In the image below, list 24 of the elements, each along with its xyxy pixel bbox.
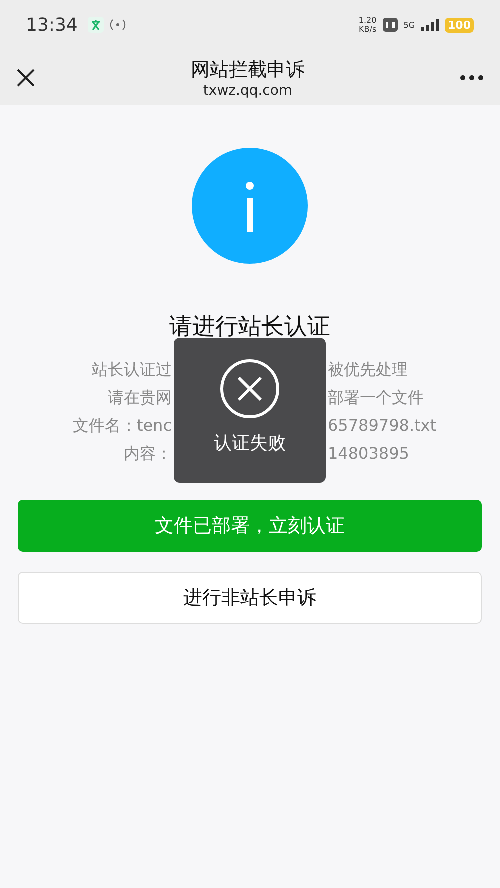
instruction-text: 被优先处理 [328, 359, 408, 381]
hotspot-icon [110, 18, 126, 32]
page-title: 网站拦截申诉 [191, 58, 305, 82]
network-label: 5G [404, 20, 416, 30]
battery-level: 100 [445, 18, 474, 32]
instruction-text: 站长认证过 [92, 359, 172, 381]
instruction-text: 文件名：tenc [72, 415, 172, 437]
instruction-text: 内容： [124, 443, 172, 465]
instruction-text: 65789798.txt [328, 415, 437, 437]
close-icon[interactable] [16, 68, 36, 88]
net-unit: KB/s [359, 25, 377, 34]
instruction-text: 部署一个文件 [328, 387, 424, 409]
action-button[interactable]: 进行非站长申诉 [18, 572, 482, 624]
page-domain: txwz.qq.com [203, 82, 293, 98]
status-time: 13:34 [26, 14, 78, 36]
net-speed: 1.20 [358, 16, 377, 25]
info-icon [192, 148, 308, 264]
signal-icon [421, 19, 440, 31]
heading: 请进行站长认证 [170, 313, 330, 342]
more-icon[interactable] [460, 74, 484, 80]
toast-text: 认证失败 [214, 432, 286, 455]
error-icon [220, 359, 280, 419]
instruction-text: 14803895 [328, 443, 410, 465]
instruction-text: 请在贵网 [108, 387, 172, 409]
